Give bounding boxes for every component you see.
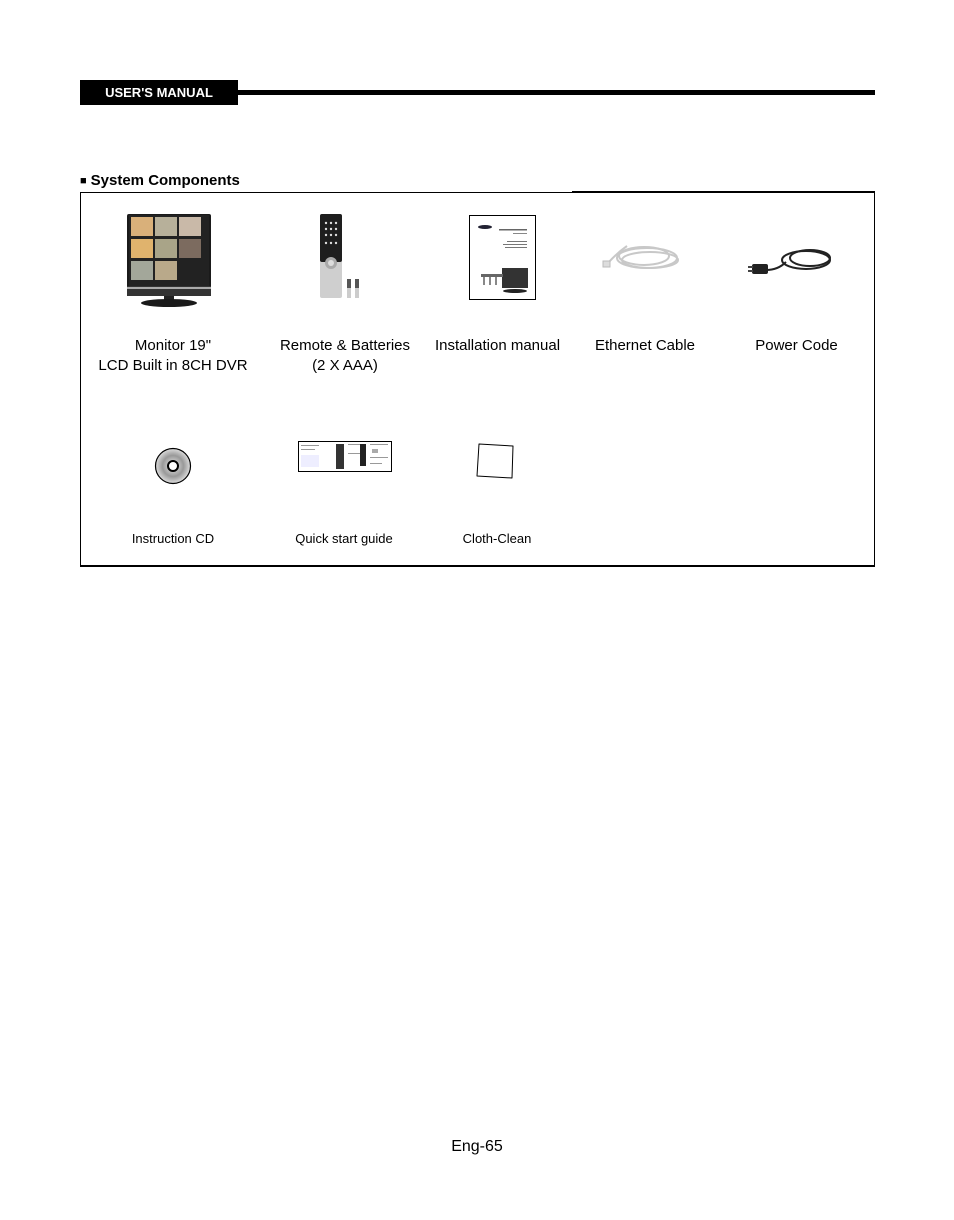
- component-label: Instruction CD: [131, 531, 215, 546]
- component-power-code: Power Code: [728, 336, 865, 356]
- component-ethernet-cable: Ethernet Cable: [575, 336, 715, 356]
- ethernet-cable-icon: [602, 245, 679, 269]
- header-rule: [238, 90, 875, 95]
- power-cord-icon: [748, 249, 831, 274]
- component-label: Ethernet Cable: [594, 337, 696, 354]
- manual-icon: [469, 215, 536, 300]
- cloth-icon: [476, 443, 514, 479]
- monitor-icon: [127, 214, 211, 307]
- component-label: Cloth-Clean: [462, 531, 532, 546]
- remote-icon: [320, 214, 359, 298]
- component-installation-manual: Installation manual: [425, 336, 570, 356]
- section-title: ■ System Components: [80, 172, 240, 189]
- bullet-icon: ■: [80, 175, 87, 187]
- component-label: Installation manual: [434, 337, 561, 354]
- component-quick-start-guide: Quick start guide: [274, 531, 414, 547]
- section-title-text: System Components: [90, 172, 240, 189]
- component-cloth-clean: Cloth-Clean: [427, 531, 567, 547]
- component-remote: Remote & Batteries (2 X AAA): [265, 336, 425, 376]
- component-label: Monitor 19": [134, 337, 212, 354]
- component-label-line2: (2 X AAA): [312, 357, 378, 374]
- cd-icon: [154, 447, 192, 485]
- component-label: Remote & Batteries: [279, 337, 411, 354]
- manual-header-tab: USER'S MANUAL: [80, 80, 238, 105]
- box-top-border-thick: [572, 191, 875, 193]
- component-instruction-cd: Instruction CD: [103, 531, 243, 547]
- guide-icon: [298, 441, 392, 472]
- component-label: Quick start guide: [295, 531, 393, 546]
- component-label: Power Code: [755, 337, 838, 354]
- component-label-line2: LCD Built in 8CH DVR: [98, 357, 248, 374]
- page-number: Eng-65: [451, 1138, 503, 1155]
- box-top-border: [80, 192, 572, 193]
- component-monitor: Monitor 19" LCD Built in 8CH DVR: [84, 336, 262, 376]
